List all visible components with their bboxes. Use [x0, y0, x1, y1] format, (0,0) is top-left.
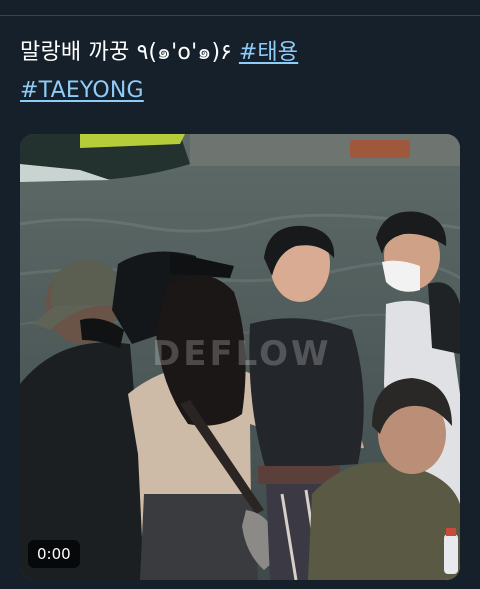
top-divider	[0, 15, 480, 16]
tweet-text: 말랑배 까꿍 ٩(๑'o'๑)۶ #태용 #TAEYONG	[20, 34, 460, 110]
video-duration-badge: 0:00	[28, 540, 80, 568]
hashtag-taeyong[interactable]: #TAEYONG	[20, 78, 144, 103]
video-player[interactable]: DEFLOW 0:00	[20, 134, 460, 580]
tweet: 말랑배 까꿍 ٩(๑'o'๑)۶ #태용 #TAEYONG DEFLOW 0:0…	[0, 0, 480, 589]
hashtag-taeyong-korean[interactable]: #태용	[239, 40, 298, 65]
video-watermark: DEFLOW	[152, 334, 332, 374]
tweet-text-line: 말랑배 까꿍 ٩(๑'o'๑)۶	[20, 40, 239, 65]
